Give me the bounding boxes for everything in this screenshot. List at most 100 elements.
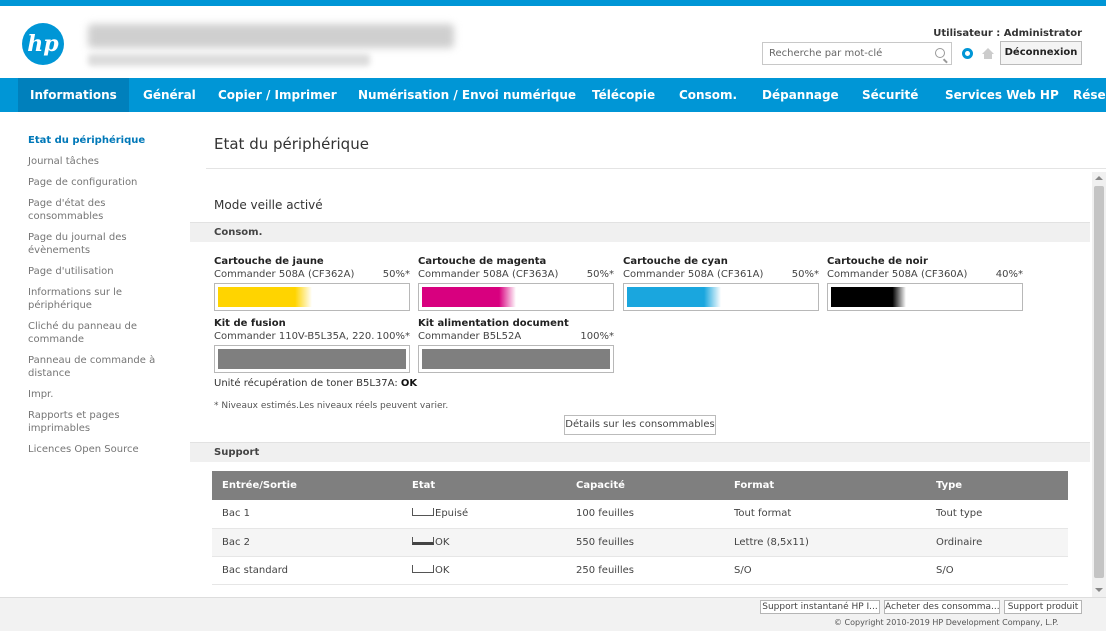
help-icon[interactable] — [962, 48, 973, 59]
main-nav: Informations Général Copier / Imprimer N… — [0, 78, 1106, 112]
sidebar-item-print[interactable]: Impr. — [28, 388, 178, 401]
tray-level-icon — [412, 564, 434, 573]
vertical-scrollbar[interactable] — [1092, 172, 1106, 600]
tab-networking[interactable]: Rése — [1073, 78, 1106, 112]
page-title: Etat du périphérique — [214, 135, 369, 153]
tab-copy-print[interactable]: Copier / Imprimer — [218, 78, 337, 112]
cell-format: Tout format — [724, 500, 926, 529]
tab-general[interactable]: Général — [143, 78, 196, 112]
state-text: OK — [435, 536, 450, 548]
cartridge-percent: 50%* — [586, 269, 614, 280]
sidebar-item-device-information[interactable]: Informations sur le périphérique — [28, 286, 178, 312]
column-header: Type — [926, 471, 1068, 500]
cartridge-percent: 100%* — [376, 331, 410, 342]
cartridge-magenta: Cartouche de magenta Commander 508A (CF3… — [418, 256, 614, 311]
buy-supplies-button[interactable]: Acheter des consomma... — [884, 600, 1000, 614]
search-icon[interactable] — [935, 48, 945, 58]
column-header: Capacité — [566, 471, 724, 500]
cell-state: Epuisé — [402, 500, 566, 529]
tab-supplies[interactable]: Consom. — [679, 78, 737, 112]
copyright: © Copyright 2010-2019 HP Development Com… — [834, 618, 1059, 627]
cartridge-name: Kit alimentation document — [418, 318, 569, 329]
cell-io: Bac 1 — [212, 500, 402, 529]
level-gauge — [827, 283, 1023, 311]
level-fill — [831, 287, 907, 307]
cartridge-black: Cartouche de noir Commander 508A (CF360A… — [827, 256, 1023, 311]
sidebar-item-event-log-page[interactable]: Page du journal des évènements — [28, 231, 178, 257]
scroll-down-arrow-icon[interactable] — [1095, 588, 1103, 592]
state-text: OK — [435, 564, 450, 576]
cartridge-name: Cartouche de cyan — [623, 256, 728, 267]
search-input[interactable]: Recherche par mot-clé — [762, 42, 952, 65]
tab-informations[interactable]: Informations — [18, 78, 129, 112]
sidebar-item-open-source-licenses[interactable]: Licences Open Source — [28, 443, 178, 456]
scroll-thumb[interactable] — [1094, 186, 1104, 578]
cell-format: S/O — [724, 556, 926, 585]
fuser-kit: Kit de fusion Commander 110V-B5L35A, 220… — [214, 318, 410, 373]
cartridge-percent: 50%* — [382, 269, 410, 280]
sidebar-item-remote-control-panel[interactable]: Panneau de commande à distance — [28, 354, 178, 380]
cell-state: OK — [402, 528, 566, 557]
sleep-mode-status: Mode veille activé — [214, 198, 323, 212]
toner-unit-label: Unité récupération de toner B5L37A: — [214, 378, 398, 389]
sidebar-item-configuration-page[interactable]: Page de configuration — [28, 176, 178, 189]
cell-type: Ordinaire — [926, 528, 1068, 557]
tab-fax[interactable]: Télécopie — [592, 78, 655, 112]
cartridge-model: Commander 508A (CF363A) — [418, 269, 559, 280]
sidebar-item-control-panel-snapshot[interactable]: Cliché du panneau de commande — [28, 320, 178, 346]
level-fill — [627, 287, 721, 307]
hp-instant-support-button[interactable]: Support instantané HP I... — [760, 600, 880, 614]
product-support-button[interactable]: Support produit — [1004, 600, 1082, 614]
table-header-row: Entrée/Sortie Etat Capacité Format Type — [212, 471, 1068, 500]
cell-capacity: 250 feuilles — [566, 556, 724, 585]
cell-capacity: 100 feuilles — [566, 500, 724, 529]
cartridge-percent: 40%* — [995, 269, 1023, 280]
cartridge-model: Commander 508A (CF360A) — [827, 269, 968, 280]
column-header: Format — [724, 471, 926, 500]
home-icon[interactable] — [982, 48, 994, 59]
sidebar-item-job-log[interactable]: Journal tâches — [28, 155, 178, 168]
state-text: Epuisé — [435, 508, 469, 520]
estimate-note: * Niveaux estimés.Les niveaux réels peuv… — [214, 401, 449, 411]
level-gauge — [418, 345, 614, 373]
supplies-details-button[interactable]: Détails sur les consommables — [564, 415, 716, 435]
search-placeholder: Recherche par mot-clé — [769, 48, 883, 59]
table-row: Bac 1 Epuisé 100 feuilles Tout format To… — [212, 500, 1068, 529]
sidebar-item-usage-page[interactable]: Page d'utilisation — [28, 265, 178, 278]
cartridge-cyan: Cartouche de cyan Commander 508A (CF361A… — [623, 256, 819, 311]
tab-troubleshooting[interactable]: Dépannage — [762, 78, 839, 112]
level-gauge — [214, 345, 410, 373]
cell-type: Tout type — [926, 500, 1068, 529]
cartridge-yellow: Cartouche de jaune Commander 508A (CF362… — [214, 256, 410, 311]
cartridge-model: Commander B5L52A — [418, 331, 522, 342]
tray-level-icon — [412, 508, 434, 517]
sidebar-item-reports-printable-pages[interactable]: Rapports et pages imprimables — [28, 409, 178, 435]
cartridge-name: Kit de fusion — [214, 318, 286, 329]
level-gauge — [623, 283, 819, 311]
table-row: Bac 2 OK 550 feuilles Lettre (8,5x11) Or… — [212, 528, 1068, 557]
status-panel: Mode veille activé Consom. Cartouche de … — [190, 172, 1090, 600]
table-row: Bac standard OK 250 feuilles S/O S/O — [212, 556, 1068, 585]
column-header: Entrée/Sortie — [212, 471, 402, 500]
main-content: Etat du périphérique Mode veille activé … — [190, 112, 1106, 600]
tab-hp-web-services[interactable]: Services Web HP — [945, 78, 1059, 112]
scroll-up-arrow-icon[interactable] — [1095, 176, 1103, 180]
header: hp Utilisateur : Administrator Recherche… — [0, 6, 1106, 78]
logout-button[interactable]: Déconnexion — [1000, 41, 1082, 65]
level-fill — [218, 349, 406, 369]
tray-level-icon — [412, 536, 434, 545]
cell-format: Lettre (8,5x11) — [724, 528, 926, 557]
level-fill — [218, 287, 312, 307]
cartridge-model: Commander 110V-B5L35A, 220... — [214, 331, 374, 342]
sidebar-item-supplies-status-page[interactable]: Page d'état des consommables — [28, 197, 178, 223]
cell-state: OK — [402, 556, 566, 585]
cell-io: Bac 2 — [212, 528, 402, 557]
cell-io: Bac standard — [212, 556, 402, 585]
cartridge-name: Cartouche de magenta — [418, 256, 547, 267]
tab-scan-digital-send[interactable]: Numérisation / Envoi numérique — [358, 78, 576, 112]
device-name-blurred — [88, 24, 454, 48]
sidebar-item-device-status[interactable]: Etat du périphérique — [28, 134, 178, 147]
cartridge-percent: 100%* — [580, 331, 614, 342]
tab-security[interactable]: Sécurité — [862, 78, 918, 112]
cartridge-model: Commander 508A (CF361A) — [623, 269, 764, 280]
